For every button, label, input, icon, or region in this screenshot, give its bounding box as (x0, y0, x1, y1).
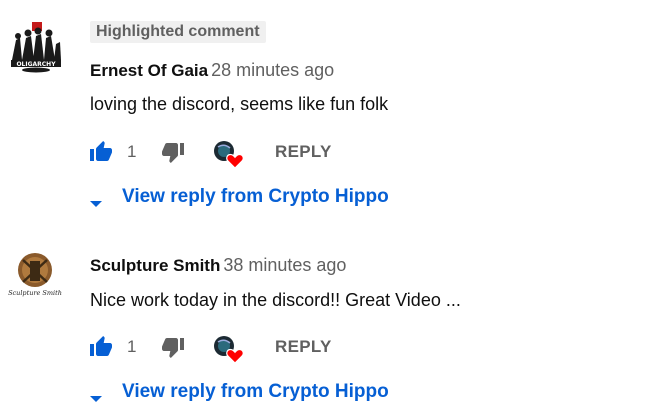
comment-text: loving the discord, seems like fun folk (90, 94, 389, 114)
like-button[interactable] (88, 140, 114, 164)
view-replies-button[interactable]: View reply from Crypto Hippo (90, 379, 389, 405)
comment-action-bar: 1 REPLY (88, 136, 388, 169)
comment-thread: OLIGARCHY Highlighted comment Ernest Of … (0, 0, 645, 225)
comment-text: Nice work today in the discord!! Great V… (90, 290, 461, 310)
caret-down-icon (90, 191, 102, 207)
comment-header: Ernest Of Gaia 28 minutes ago (90, 58, 334, 83)
creator-heart-icon (214, 336, 244, 364)
view-replies-button[interactable]: View reply from Crypto Hippo (90, 184, 389, 210)
comment-action-bar: 1 REPLY (88, 331, 388, 364)
dislike-button[interactable] (160, 335, 186, 359)
comment-timestamp[interactable]: 28 minutes ago (211, 60, 334, 80)
creator-heart (212, 139, 246, 169)
view-replies-label: View reply from Crypto Hippo (122, 186, 389, 207)
thumb-up-icon (90, 336, 112, 356)
caret-down-icon (90, 386, 102, 402)
like-count: 1 (127, 337, 137, 356)
like-button[interactable] (88, 335, 114, 359)
author-name[interactable]: Sculpture Smith (90, 256, 220, 275)
thumb-down-icon (162, 338, 184, 358)
reply-button[interactable]: REPLY (275, 335, 332, 359)
thumb-up-icon (90, 141, 112, 161)
comment-thread: Sculpture Smith Sculpture Smith 38 minute… (0, 225, 645, 411)
avatar-logo-text: OLIGARCHY (16, 61, 56, 68)
author-avatar[interactable]: OLIGARCHY (8, 20, 62, 74)
creator-heart (212, 334, 246, 364)
creator-heart-icon (214, 141, 244, 169)
author-name[interactable]: Ernest Of Gaia (90, 61, 208, 80)
view-replies-label: View reply from Crypto Hippo (122, 381, 389, 402)
like-count: 1 (127, 142, 137, 161)
comments-section: OLIGARCHY Highlighted comment Ernest Of … (0, 0, 645, 411)
comment-header: Sculpture Smith 38 minutes ago (90, 253, 346, 278)
thumb-down-icon (162, 143, 184, 163)
highlighted-comment-badge: Highlighted comment (90, 21, 266, 43)
dislike-button[interactable] (160, 140, 186, 164)
author-avatar[interactable]: Sculpture Smith (8, 251, 62, 305)
reply-button[interactable]: REPLY (275, 140, 332, 164)
comment-timestamp[interactable]: 38 minutes ago (223, 255, 346, 275)
avatar-logo-text: Sculpture Smith (8, 289, 62, 297)
